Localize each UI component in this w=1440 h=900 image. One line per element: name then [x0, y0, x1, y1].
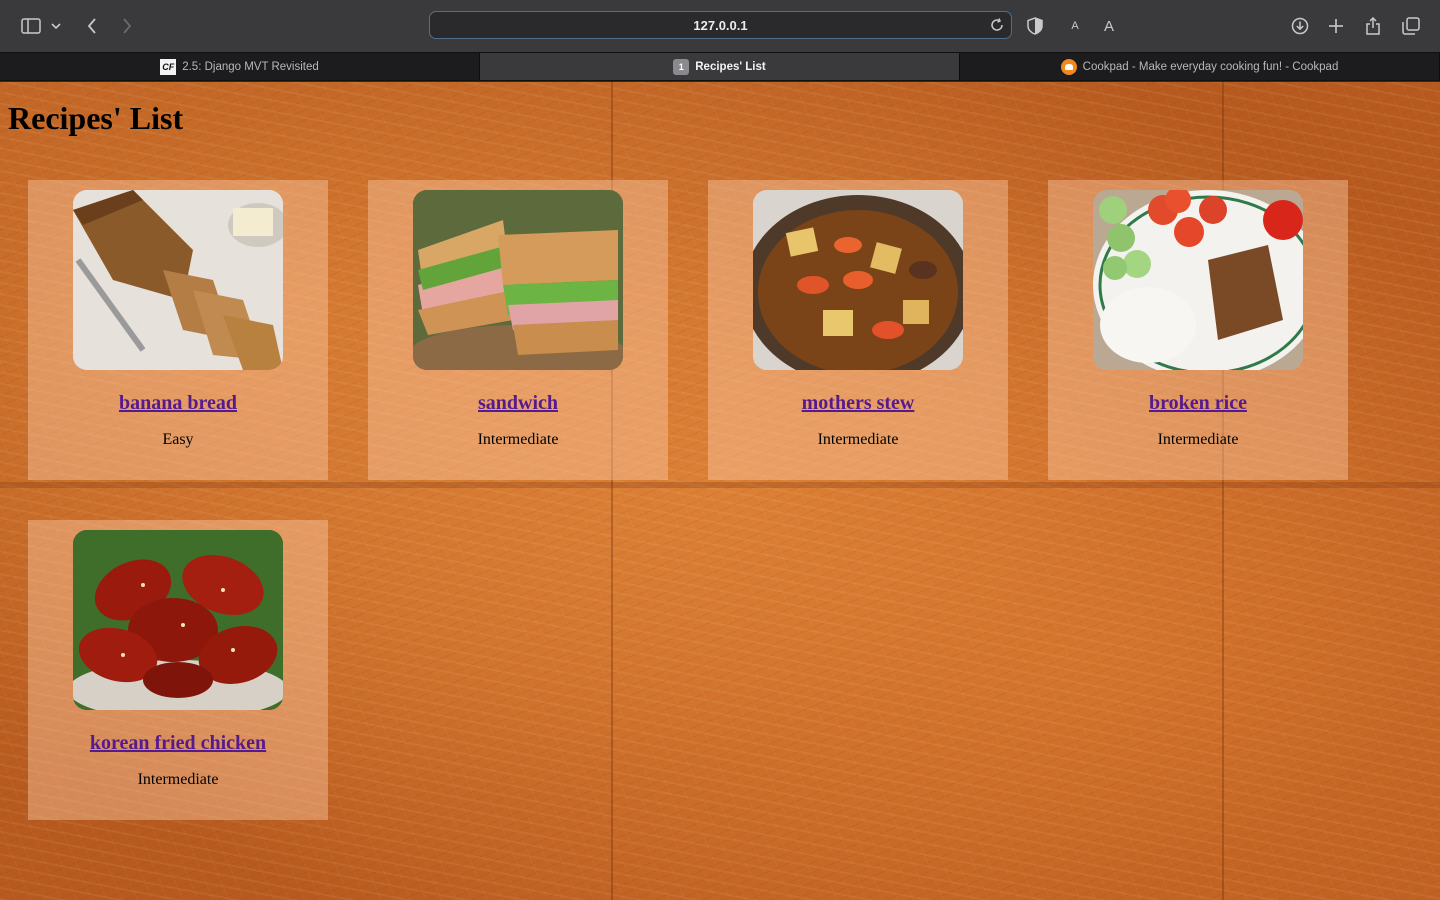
address-bar[interactable]: 127.0.0.1 — [429, 11, 1012, 39]
download-icon — [1291, 17, 1309, 35]
recipe-link[interactable]: korean fried chicken — [90, 732, 266, 755]
sidebar-icon — [21, 18, 41, 34]
cookpad-icon — [1060, 58, 1077, 75]
url-text: 127.0.0.1 — [693, 17, 748, 33]
recipe-difficulty: Intermediate — [817, 431, 899, 448]
tab-django-mvt[interactable]: CF 2.5: Django MVT Revisited — [0, 53, 480, 80]
sidebar-toggle-button[interactable] — [17, 12, 45, 40]
reload-icon[interactable] — [989, 17, 1005, 36]
text-smaller-label: A — [1071, 20, 1079, 32]
recipe-link[interactable]: banana bread — [119, 392, 237, 415]
text-larger-label: A — [1103, 17, 1114, 35]
stew-photo[interactable] — [753, 190, 963, 370]
recipe-card: broken rice Intermediate — [1048, 180, 1348, 480]
wood-band — [0, 482, 1440, 488]
new-tab-button[interactable] — [1322, 12, 1350, 40]
recipe-difficulty: Intermediate — [137, 771, 219, 788]
tab-bar: CF 2.5: Django MVT Revisited 1 Recipes' … — [0, 52, 1440, 81]
banana-bread-photo[interactable] — [73, 190, 283, 370]
recipe-difficulty: Easy — [162, 431, 194, 448]
back-arrow-icon — [87, 18, 96, 34]
share-button[interactable] — [1359, 12, 1387, 40]
fried-chicken-photo[interactable] — [73, 530, 283, 710]
browser-toolbar: 127.0.0.1 A A — [0, 0, 1440, 52]
recipe-card: mothers stew Intermediate — [708, 180, 1008, 480]
privacy-shield-button[interactable] — [1021, 12, 1049, 40]
share-icon — [1366, 17, 1380, 35]
forward-button[interactable] — [113, 12, 141, 40]
text-larger-button[interactable]: A — [1095, 12, 1123, 40]
shield-icon — [1027, 17, 1043, 35]
tab-label: Cookpad - Make everyday cooking fun! - C… — [1082, 60, 1339, 73]
cf-logo-icon: CF — [160, 58, 177, 75]
tab-overview-button[interactable] — [1397, 12, 1425, 40]
recipe-card: banana bread Easy — [28, 180, 328, 480]
tab-overview-icon — [1402, 17, 1420, 35]
recipe-card: sandwich Intermediate — [368, 180, 668, 480]
tab-number-icon: 1 — [673, 58, 690, 75]
plus-icon — [1329, 19, 1343, 33]
tab-group-menu-button[interactable] — [46, 12, 66, 40]
recipe-card: korean fried chicken Intermediate — [28, 520, 328, 820]
page-title: Recipes' List — [8, 100, 184, 136]
forward-arrow-icon — [123, 18, 132, 34]
tab-cookpad[interactable]: Cookpad - Make everyday cooking fun! - C… — [960, 53, 1440, 80]
page-content: Recipes' List banana bread Easy sandwich… — [0, 82, 1440, 900]
tab-recipes-list[interactable]: 1 Recipes' List — [480, 53, 960, 80]
recipe-link[interactable]: sandwich — [478, 392, 558, 415]
sandwich-photo[interactable] — [413, 190, 623, 370]
tab-label: Recipes' List — [695, 60, 766, 73]
recipe-difficulty: Intermediate — [1157, 431, 1239, 448]
recipe-link[interactable]: broken rice — [1149, 392, 1247, 415]
recipe-difficulty: Intermediate — [477, 431, 559, 448]
tab-label: 2.5: Django MVT Revisited — [182, 60, 319, 73]
text-smaller-button[interactable]: A — [1061, 12, 1089, 40]
recipe-link[interactable]: mothers stew — [802, 392, 915, 415]
downloads-button[interactable] — [1286, 12, 1314, 40]
broken-rice-photo[interactable] — [1093, 190, 1303, 370]
chevron-down-icon — [51, 23, 61, 29]
back-button[interactable] — [78, 12, 106, 40]
